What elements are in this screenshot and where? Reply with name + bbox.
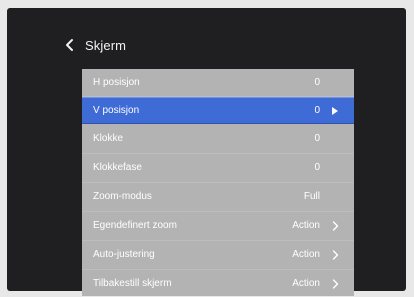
menu-item-value: 0 [314, 133, 320, 144]
menu-item-value: 0 [314, 77, 320, 88]
menu-item-zoom-mode[interactable]: Zoom-modus Full [82, 183, 354, 210]
menu-item-value: Action [292, 278, 320, 289]
menu-item-v-position[interactable]: V posisjon 0 [82, 97, 354, 124]
menu-header: Skjerm [63, 35, 126, 55]
triangle-right-icon [330, 105, 340, 117]
menu-item-label: Auto-justering [93, 249, 155, 260]
chevron-right-icon [330, 249, 340, 261]
chevron-right-icon [330, 278, 340, 290]
menu-item-label: Zoom-modus [93, 191, 152, 202]
settings-list-panel: H posisjon 0 V posisjon 0 Klokke 0 Klokk… [82, 69, 354, 296]
chevron-right-icon [330, 220, 340, 232]
menu-item-reset-screen[interactable]: Tilbakestill skjerm Action [82, 270, 354, 297]
menu-item-value: Action [292, 220, 320, 231]
menu-item-value: Action [292, 249, 320, 260]
menu-item-label: V posisjon [93, 105, 140, 116]
menu-item-label: H posisjon [93, 77, 140, 88]
menu-item-custom-zoom[interactable]: Egendefinert zoom Action [82, 212, 354, 239]
menu-item-auto-adjust[interactable]: Auto-justering Action [82, 241, 354, 268]
menu-item-clock[interactable]: Klokke 0 [82, 125, 354, 152]
osd-menu-window: Skjerm H posisjon 0 V posisjon 0 Klokke … [7, 8, 406, 296]
menu-item-label: Klokkefase [93, 162, 142, 173]
menu-item-label: Egendefinert zoom [93, 220, 177, 231]
menu-item-h-position[interactable]: H posisjon 0 [82, 69, 354, 96]
page-title: Skjerm [85, 37, 127, 53]
menu-item-label: Klokke [93, 133, 124, 144]
back-chevron-icon[interactable] [63, 37, 77, 53]
menu-item-value: Full [303, 191, 320, 202]
menu-item-clock-phase[interactable]: Klokkefase 0 [82, 154, 354, 181]
menu-item-value: 0 [314, 105, 320, 116]
menu-item-value: 0 [314, 162, 320, 173]
menu-item-label: Tilbakestill skjerm [93, 278, 172, 289]
